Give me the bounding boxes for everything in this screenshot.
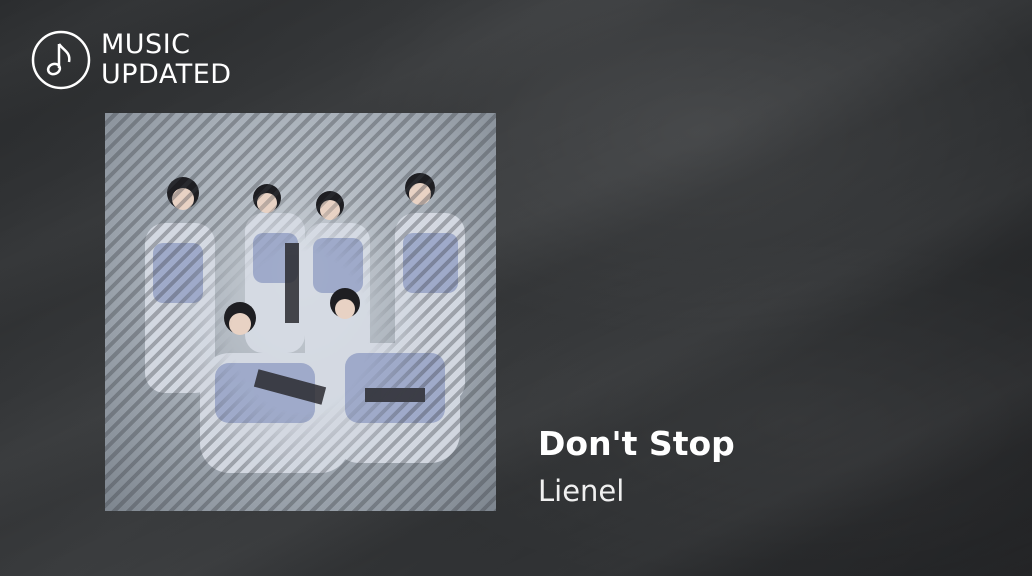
- album-art: [105, 113, 496, 511]
- logo-line-music: MUSIC: [101, 29, 191, 60]
- artwork-stripe-overlay: [105, 113, 496, 511]
- logo-line-updated: UPDATED: [101, 59, 232, 90]
- song-artist: Lienel: [538, 474, 625, 508]
- logo-text: MUSIC UPDATED: [101, 30, 232, 90]
- song-title: Don't Stop: [538, 424, 735, 463]
- music-note-icon: [31, 30, 91, 90]
- music-updated-logo: MUSIC UPDATED: [31, 30, 232, 90]
